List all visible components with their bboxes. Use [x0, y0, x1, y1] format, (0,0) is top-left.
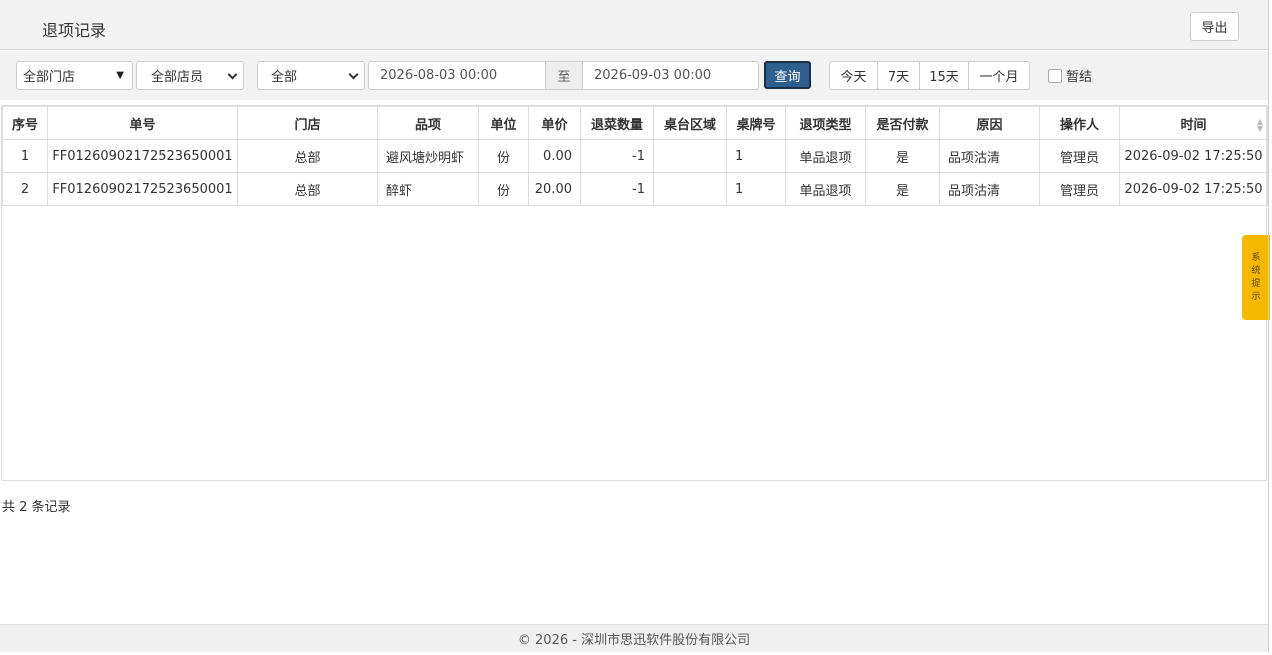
- cell-price: 0.00: [528, 139, 581, 173]
- records-table: 序号 单号 门店 品项 单位 单价 退菜数量 桌台区域 桌牌号 退项类型 是否付…: [2, 106, 1268, 206]
- cell-return-qty: -1: [580, 139, 654, 173]
- type-select-value: 全部: [271, 70, 298, 85]
- cell-store: 总部: [237, 172, 378, 206]
- store-select[interactable]: 全部门店 ▼: [16, 61, 133, 90]
- quick-month-button[interactable]: 一个月: [968, 61, 1030, 90]
- col-header-reason[interactable]: 原因: [939, 106, 1040, 140]
- cell-table-area: [653, 139, 727, 173]
- type-select[interactable]: 全部: [257, 61, 365, 90]
- records-table-wrap: 序号 单号 门店 品项 单位 单价 退菜数量 桌台区域 桌牌号 退项类型 是否付…: [1, 105, 1268, 481]
- date-from-input[interactable]: 2026-08-03 00:00: [368, 61, 546, 90]
- system-tips-tab[interactable]: 系 统 提 示: [1242, 235, 1270, 320]
- cell-index: 2: [2, 172, 48, 206]
- cell-reason: 品项沽清: [939, 172, 1040, 206]
- col-header-return-type[interactable]: 退项类型: [785, 106, 866, 140]
- side-tab-char: 系: [1251, 252, 1261, 263]
- side-tab-char: 提: [1251, 278, 1261, 289]
- store-select-value: 全部门店: [23, 70, 76, 85]
- page-title: 退项记录: [42, 21, 107, 40]
- chevron-down-icon: [227, 69, 238, 80]
- table-header-row: 序号 单号 门店 品项 单位 单价 退菜数量 桌台区域 桌牌号 退项类型 是否付…: [2, 106, 1268, 140]
- pending-checkbox-wrap[interactable]: 暂结: [1048, 66, 1092, 85]
- cell-unit: 份: [478, 139, 529, 173]
- cell-item: 避风塘炒明虾: [377, 139, 479, 173]
- quick-7days-button[interactable]: 7天: [877, 61, 920, 90]
- cell-time: 2026-09-02 17:25:50: [1119, 139, 1268, 173]
- col-header-unit[interactable]: 单位: [478, 106, 529, 140]
- cell-reason: 品项沽清: [939, 139, 1040, 173]
- query-button[interactable]: 查询: [764, 61, 811, 89]
- cell-operator: 管理员: [1039, 172, 1120, 206]
- pending-label: 暂结: [1066, 70, 1093, 85]
- col-header-time[interactable]: 时间 ▲ ▼: [1119, 106, 1268, 140]
- caret-down-icon: ▼: [116, 70, 124, 81]
- col-header-table-no[interactable]: 桌牌号: [726, 106, 786, 140]
- cell-paid: 是: [865, 172, 940, 206]
- table-row[interactable]: 2 FF01260902172523650001 总部 醉虾 份 20.00 -…: [2, 172, 1268, 206]
- side-tab-char: 统: [1251, 265, 1261, 276]
- col-header-paid[interactable]: 是否付款: [865, 106, 940, 140]
- col-header-time-label: 时间: [1180, 117, 1207, 133]
- page-header: 退项记录 导出: [0, 0, 1268, 50]
- col-header-operator[interactable]: 操作人: [1039, 106, 1120, 140]
- col-header-price[interactable]: 单价: [528, 106, 581, 140]
- page-edge-divider: [1268, 0, 1269, 652]
- cell-operator: 管理员: [1039, 139, 1120, 173]
- footer-copyright: © 2026 - 深圳市思迅软件股份有限公司: [0, 624, 1268, 652]
- col-header-index[interactable]: 序号: [2, 106, 48, 140]
- col-header-item[interactable]: 品项: [377, 106, 479, 140]
- side-tab-char: 示: [1251, 291, 1261, 302]
- cell-price: 20.00: [528, 172, 581, 206]
- date-range-separator: 至: [546, 61, 582, 90]
- quick-15days-button[interactable]: 15天: [919, 61, 969, 90]
- cell-paid: 是: [865, 139, 940, 173]
- col-header-return-qty[interactable]: 退菜数量: [580, 106, 654, 140]
- cell-order-no: FF01260902172523650001: [47, 139, 238, 173]
- cell-index: 1: [2, 139, 48, 173]
- date-to-input[interactable]: 2026-09-03 00:00: [582, 61, 759, 90]
- cell-return-qty: -1: [580, 172, 654, 206]
- cell-return-type: 单品退项: [785, 172, 866, 206]
- pending-checkbox[interactable]: [1048, 68, 1062, 83]
- col-header-store[interactable]: 门店: [237, 106, 378, 140]
- cell-table-no: 1: [726, 172, 786, 206]
- cell-return-type: 单品退项: [785, 139, 866, 173]
- record-count: 共 2 条记录: [2, 500, 71, 515]
- col-header-table-area[interactable]: 桌台区域: [653, 106, 727, 140]
- cell-unit: 份: [478, 172, 529, 206]
- filter-toolbar: 全部门店 ▼ 全部店员 全部 2026-08-03 00:00 至 2026-0…: [0, 51, 1268, 100]
- cell-item: 醉虾: [377, 172, 479, 206]
- table-row[interactable]: 1 FF01260902172523650001 总部 避风塘炒明虾 份 0.0…: [2, 139, 1268, 173]
- cell-table-no: 1: [726, 139, 786, 173]
- cell-order-no: FF01260902172523650001: [47, 172, 238, 206]
- quick-today-button[interactable]: 今天: [829, 61, 878, 90]
- col-header-order-no[interactable]: 单号: [47, 106, 238, 140]
- chevron-down-icon: [348, 69, 359, 80]
- cell-time: 2026-09-02 17:25:50: [1119, 172, 1268, 206]
- staff-select-value: 全部店员: [151, 70, 204, 85]
- cell-table-area: [653, 172, 727, 206]
- staff-select[interactable]: 全部店员: [136, 61, 244, 90]
- sort-icon[interactable]: ▲ ▼: [1257, 118, 1263, 133]
- cell-store: 总部: [237, 139, 378, 173]
- export-button[interactable]: 导出: [1190, 12, 1239, 41]
